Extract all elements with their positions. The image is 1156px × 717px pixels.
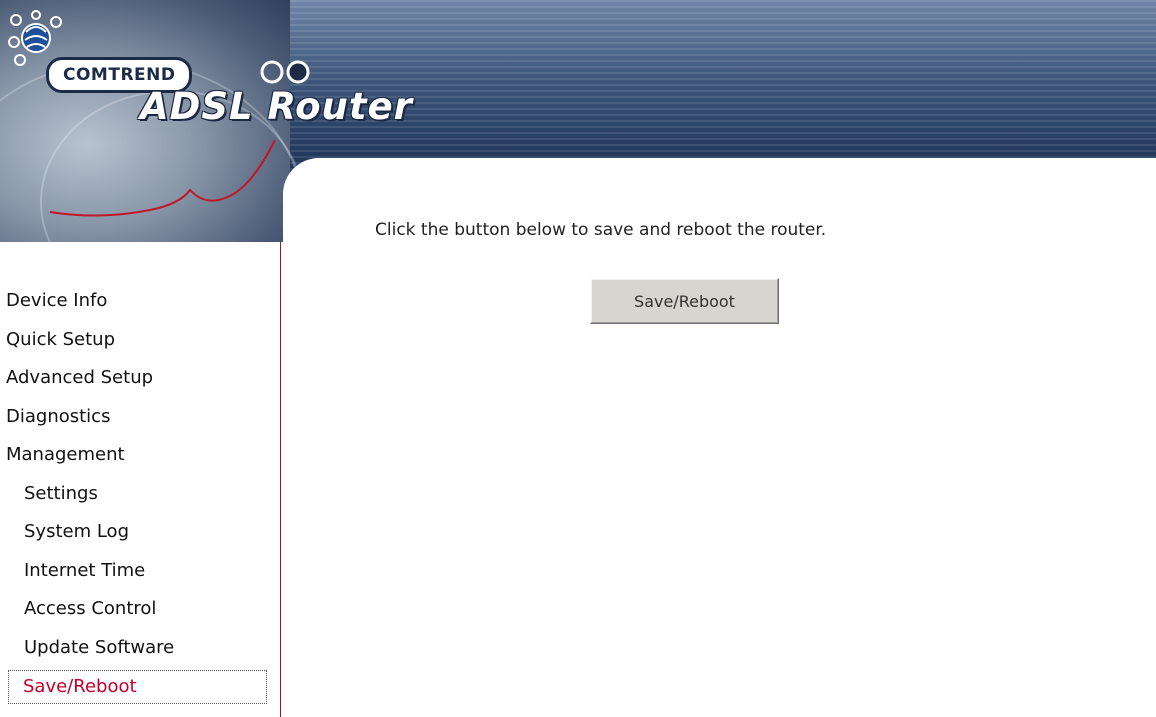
sidebar-item-diagnostics[interactable]: Diagnostics [0, 398, 267, 437]
sidebar-item-internet-time[interactable]: Internet Time [0, 552, 267, 591]
sidebar-nav: Device Info Quick Setup Advanced Setup D… [0, 242, 281, 717]
sidebar-item-management[interactable]: Management [0, 436, 267, 475]
brand-dots-icon [260, 60, 310, 84]
sidebar-item-settings[interactable]: Settings [0, 475, 267, 514]
sidebar-item-save-reboot[interactable]: Save/Reboot [8, 670, 267, 704]
instruction-text: Click the button below to save and reboo… [375, 220, 827, 240]
sidebar-item-advanced-setup[interactable]: Advanced Setup [0, 359, 267, 398]
sidebar-item-system-log[interactable]: System Log [0, 513, 267, 552]
sidebar-item-quick-setup[interactable]: Quick Setup [0, 321, 267, 360]
nav-menu: Device Info Quick Setup Advanced Setup D… [0, 282, 267, 704]
save-reboot-button[interactable]: Save/Reboot [590, 278, 779, 324]
signal-curve-graphic [49, 139, 276, 217]
sidebar-item-device-info[interactable]: Device Info [0, 282, 267, 321]
sidebar-item-update-software[interactable]: Update Software [0, 629, 267, 668]
sidebar-item-access-control[interactable]: Access Control [0, 590, 267, 629]
main-content: Click the button below to save and reboo… [283, 158, 1156, 717]
